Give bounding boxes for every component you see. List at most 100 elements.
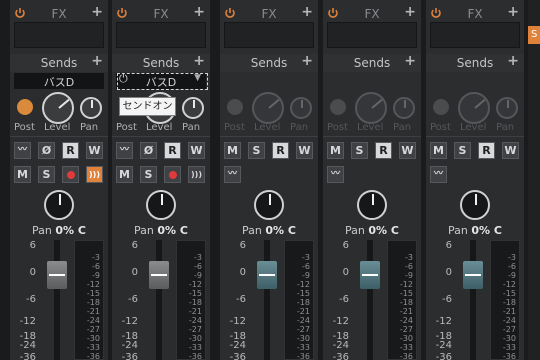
- write-automation-button[interactable]: W: [296, 142, 313, 159]
- send-pan-knob[interactable]: [182, 97, 204, 119]
- mute-button[interactable]: M: [224, 142, 241, 159]
- solo-button[interactable]: S: [454, 142, 471, 159]
- volume-fader[interactable]: [360, 261, 380, 289]
- fader-section: 6 0 -6 -12 -18 -24 -36 -3 -6 -9 -12 -15 -18 -21 -24 -27…: [327, 240, 417, 360]
- send-controls: Post Level Pan: [220, 92, 318, 133]
- level-label: Level: [146, 122, 173, 133]
- sends-header: Sends +: [112, 53, 210, 72]
- fx-header: FX +: [220, 4, 318, 24]
- read-automation-button[interactable]: R: [62, 142, 79, 159]
- strip-gap: [108, 0, 112, 360]
- meter-scale-tick: -36: [399, 352, 413, 360]
- send-bus-selector[interactable]: バスD: [14, 73, 104, 89]
- send-level-knob[interactable]: [458, 92, 490, 124]
- monitor-button[interactable]: ))): [188, 166, 205, 183]
- read-automation-button[interactable]: R: [375, 142, 392, 159]
- meter-scale-tick: -36: [188, 352, 202, 360]
- meter-scale-tick: -24: [296, 316, 310, 325]
- send-controls: Post Level Pan: [323, 92, 421, 133]
- post-toggle[interactable]: [17, 99, 33, 115]
- mute-button[interactable]: M: [430, 142, 447, 159]
- send-pan-knob[interactable]: [393, 97, 415, 119]
- write-automation-button[interactable]: W: [86, 142, 103, 159]
- meter-scale-tick: -21: [188, 307, 202, 316]
- solo-button[interactable]: S: [351, 142, 368, 159]
- solo-button[interactable]: S: [248, 142, 265, 159]
- pan-knob[interactable]: [460, 190, 490, 220]
- fx-slot[interactable]: [327, 22, 417, 48]
- add-fx-button[interactable]: +: [301, 4, 313, 20]
- volume-fader[interactable]: [47, 261, 67, 289]
- divider: [426, 136, 524, 137]
- send-level-knob[interactable]: [355, 92, 387, 124]
- fx-slot[interactable]: [430, 22, 520, 48]
- input-monitor-icon[interactable]: 〰: [224, 166, 241, 183]
- input-monitor-icon[interactable]: 〰: [327, 166, 344, 183]
- add-send-button[interactable]: +: [301, 53, 313, 69]
- volume-fader[interactable]: [257, 261, 277, 289]
- pan-knob[interactable]: [357, 190, 387, 220]
- strip-gap: [524, 0, 528, 360]
- read-automation-button[interactable]: R: [164, 142, 181, 159]
- send-bus-name: バスD: [43, 76, 75, 89]
- read-automation-button[interactable]: R: [272, 142, 289, 159]
- meter-scale-tick: -18: [399, 298, 413, 307]
- input-monitor-icon[interactable]: 〰: [116, 142, 133, 159]
- meter-scale-tick: -6: [194, 262, 202, 271]
- send-pan-knob[interactable]: [80, 97, 102, 119]
- fx-slot[interactable]: [224, 22, 314, 48]
- pan-knob[interactable]: [146, 190, 176, 220]
- pan-value: 0% C: [471, 224, 502, 237]
- volume-fader[interactable]: [463, 261, 483, 289]
- fx-slot[interactable]: [14, 22, 104, 48]
- send-pan-knob[interactable]: [496, 97, 518, 119]
- send-level-knob[interactable]: [252, 92, 284, 124]
- read-automation-button[interactable]: R: [478, 142, 495, 159]
- fader-scale-tick: -12: [229, 316, 246, 327]
- post-toggle[interactable]: [227, 99, 243, 115]
- input-monitor-icon[interactable]: 〰: [430, 166, 447, 183]
- fx-header: FX +: [112, 4, 210, 24]
- add-send-button[interactable]: +: [91, 53, 103, 69]
- volume-fader[interactable]: [149, 261, 169, 289]
- add-fx-button[interactable]: +: [507, 4, 519, 20]
- add-fx-button[interactable]: +: [91, 4, 103, 20]
- add-send-button[interactable]: +: [507, 53, 519, 69]
- pan-label: Pan: [32, 224, 52, 237]
- fx-header: FX +: [426, 4, 524, 24]
- add-fx-button[interactable]: +: [193, 4, 205, 20]
- send-level-knob[interactable]: [42, 92, 74, 124]
- pan-knob[interactable]: [254, 190, 284, 220]
- post-toggle[interactable]: [330, 99, 346, 115]
- solo-button[interactable]: S: [140, 166, 157, 183]
- meter-scale-tick: -30: [86, 334, 100, 343]
- solo-button[interactable]: S: [38, 166, 55, 183]
- record-arm-button[interactable]: [62, 166, 79, 183]
- add-fx-button[interactable]: +: [404, 4, 416, 20]
- level-meter: -3 -6 -9 -12 -15 -18 -21 -24 -27 -30 -33 -36: [387, 240, 417, 360]
- meter-scale-tick: -18: [502, 298, 516, 307]
- phase-invert-button[interactable]: Ø: [140, 142, 157, 159]
- monitor-button[interactable]: ))): [86, 166, 103, 183]
- meter-scale-tick: -21: [86, 307, 100, 316]
- post-toggle[interactable]: [433, 99, 449, 115]
- add-send-button[interactable]: +: [193, 53, 205, 69]
- meter-scale-tick: -15: [399, 289, 413, 298]
- meter-scale-tick: -27: [502, 325, 516, 334]
- divider: [323, 136, 421, 137]
- partial-strip-button[interactable]: S: [528, 26, 540, 44]
- input-monitor-icon[interactable]: 〰: [14, 142, 31, 159]
- pan-knob[interactable]: [44, 190, 74, 220]
- mute-button[interactable]: M: [116, 166, 133, 183]
- fx-slot[interactable]: [116, 22, 206, 48]
- meter-scale-tick: -3: [194, 253, 202, 262]
- write-automation-button[interactable]: W: [502, 142, 519, 159]
- mute-button[interactable]: M: [327, 142, 344, 159]
- mute-button[interactable]: M: [14, 166, 31, 183]
- add-send-button[interactable]: +: [404, 53, 416, 69]
- phase-invert-button[interactable]: Ø: [38, 142, 55, 159]
- record-arm-button[interactable]: [164, 166, 181, 183]
- send-pan-knob[interactable]: [290, 97, 312, 119]
- write-automation-button[interactable]: W: [188, 142, 205, 159]
- write-automation-button[interactable]: W: [399, 142, 416, 159]
